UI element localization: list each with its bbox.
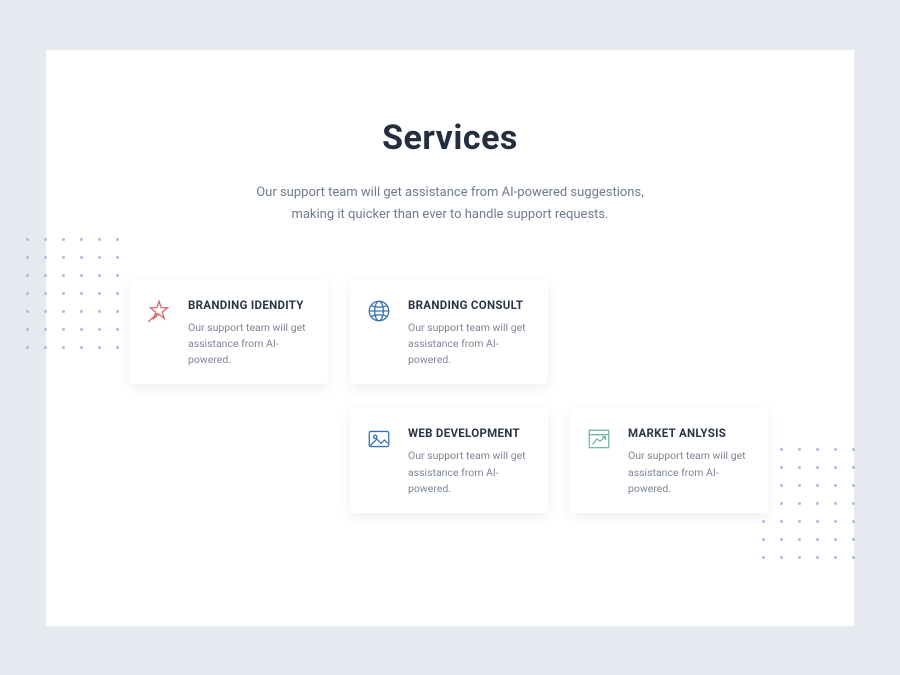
service-card-title: MARKET ANLYSIS xyxy=(628,426,752,440)
service-card-desc: Our support team will get assistance fro… xyxy=(408,448,532,497)
star-icon xyxy=(146,298,176,328)
services-section: Services Our support team will get assis… xyxy=(46,50,854,626)
service-card-web-development: WEB DEVELOPMENT Our support team will ge… xyxy=(350,408,548,513)
service-card-branding-consult: BRANDING CONSULT Our support team will g… xyxy=(350,280,548,385)
globe-icon xyxy=(366,298,396,328)
section-heading: Services xyxy=(86,118,814,158)
service-card-title: BRANDING CONSULT xyxy=(408,298,532,312)
services-cards: BRANDING IDENDITY Our support team will … xyxy=(86,280,814,514)
service-card-title: BRANDING IDENDITY xyxy=(188,298,312,312)
image-icon xyxy=(366,426,396,456)
section-subheading: Our support team will get assistance fro… xyxy=(235,182,665,226)
service-card-branding-identity: BRANDING IDENDITY Our support team will … xyxy=(130,280,328,385)
service-card-desc: Our support team will get assistance fro… xyxy=(188,320,312,369)
service-card-desc: Our support team will get assistance fro… xyxy=(408,320,532,369)
service-card-desc: Our support team will get assistance fro… xyxy=(628,448,752,497)
service-card-market-analysis: MARKET ANLYSIS Our support team will get… xyxy=(570,408,768,513)
chart-icon xyxy=(586,426,616,456)
service-card-title: WEB DEVELOPMENT xyxy=(408,426,532,440)
